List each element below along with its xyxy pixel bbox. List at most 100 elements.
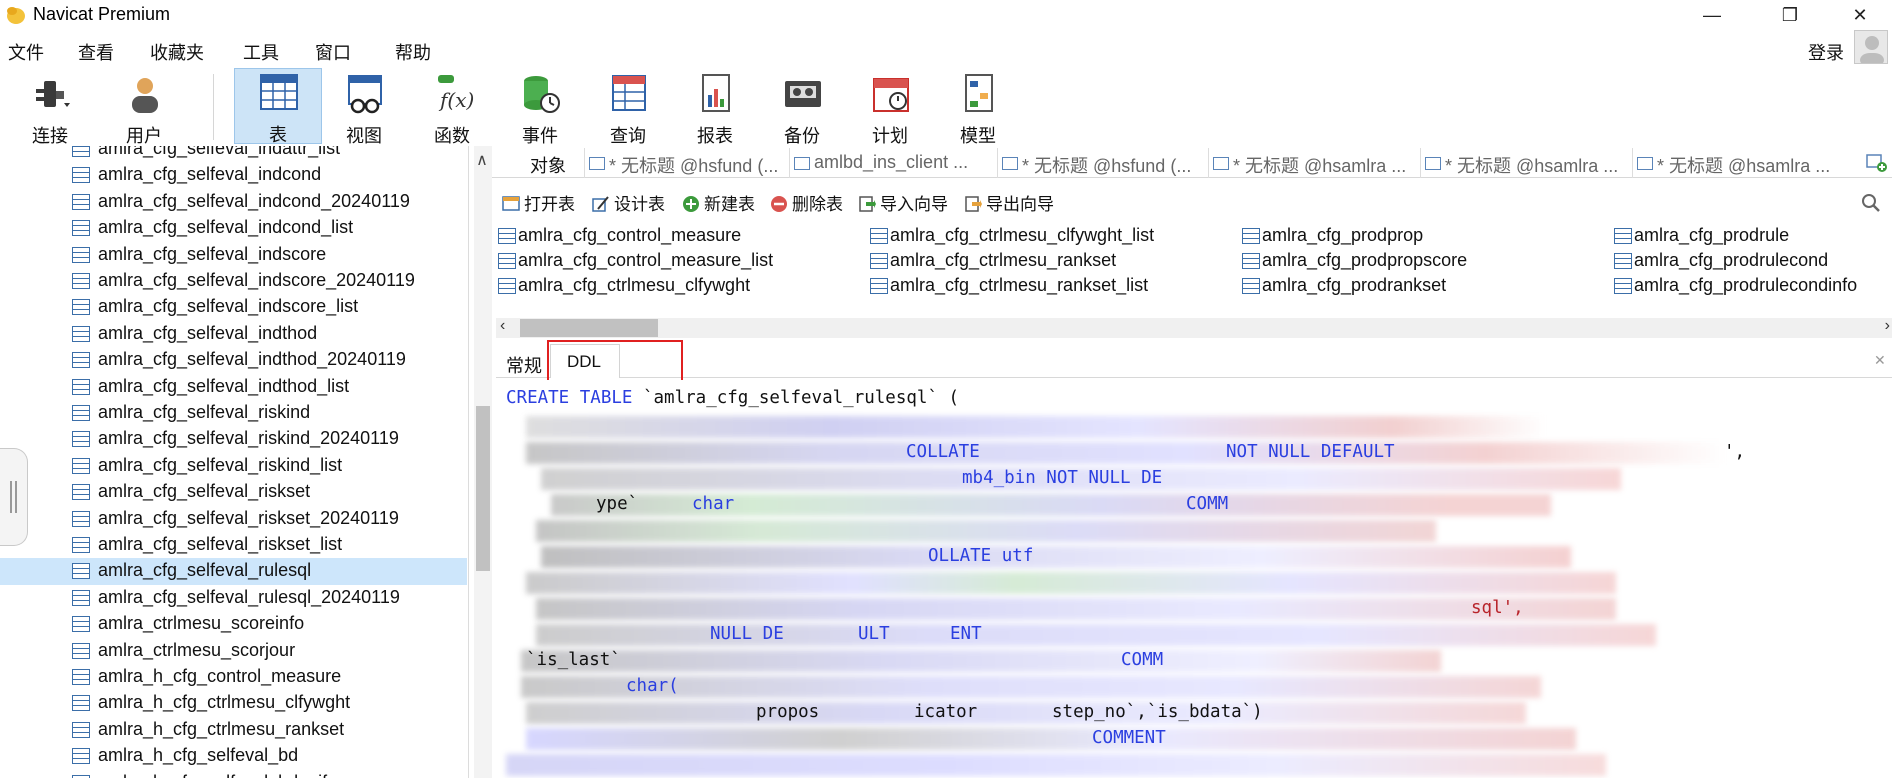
- tree-item[interactable]: amlra_cfg_selfeval_indthod_list: [0, 374, 467, 400]
- tab-table-design[interactable]: amlbd_ins_client ...: [789, 148, 997, 178]
- backup-button[interactable]: 备份: [764, 70, 840, 146]
- tab-objects[interactable]: 对象: [500, 148, 584, 178]
- close-button[interactable]: ✕: [1830, 0, 1890, 30]
- connection-label: 连接: [32, 126, 68, 146]
- menu-view[interactable]: 查看: [78, 39, 114, 65]
- tree-item[interactable]: amlra_cfg_selfeval_riskind: [0, 400, 467, 426]
- tree-item[interactable]: amlra_cfg_selfeval_indthod: [0, 321, 467, 347]
- table-button[interactable]: 表: [234, 68, 322, 145]
- event-button[interactable]: 事件: [502, 70, 578, 146]
- menu-tools[interactable]: 工具: [243, 39, 279, 65]
- ddl-fragment: `is_last`: [526, 650, 621, 670]
- menu-file[interactable]: 文件: [8, 39, 44, 65]
- open-table-button[interactable]: 打开表: [502, 190, 575, 215]
- tab-query-2[interactable]: * 无标题 @hsfund (...: [997, 148, 1208, 178]
- tree-scrollbar[interactable]: [474, 146, 492, 778]
- table-icon: [72, 721, 90, 738]
- tab-label: * 无标题 @hsamlra ...: [1233, 156, 1407, 176]
- tree-item[interactable]: amlra_cfg_selfeval_indcond_20240119: [0, 189, 467, 215]
- tree-item-selected[interactable]: amlra_cfg_selfeval_rulesql: [0, 558, 467, 585]
- ddl-line: CREATE TABLE `amlra_cfg_selfeval_rulesql…: [506, 388, 959, 408]
- tree-item[interactable]: amlra_cfg_selfeval_riskind_20240119: [0, 426, 467, 452]
- chevron-right-icon[interactable]: ›: [1885, 317, 1890, 335]
- tab-query-1[interactable]: * 无标题 @hsfund (...: [584, 148, 789, 178]
- view-label: 视图: [346, 126, 382, 146]
- tab-query-3[interactable]: * 无标题 @hsamlra ...: [1208, 148, 1420, 178]
- login-link[interactable]: 登录: [1808, 39, 1844, 65]
- tab-label: 对象: [530, 156, 566, 176]
- tree-item[interactable]: amlra_cfg_selfeval_riskset_20240119: [0, 506, 467, 532]
- connection-button[interactable]: 连接: [12, 70, 88, 146]
- tree-item[interactable]: amlra_cfg_selfeval_riskset: [0, 479, 467, 505]
- export-wizard-button[interactable]: 导出向导: [964, 190, 1054, 215]
- table-icon: [870, 228, 888, 244]
- maximize-button[interactable]: ❐: [1760, 0, 1820, 30]
- query-tab-icon: [589, 157, 605, 170]
- close-icon[interactable]: ✕: [1874, 352, 1886, 369]
- tree-item[interactable]: amlra_cfg_selfeval_indcond_list: [0, 215, 467, 241]
- tree-scroll-thumb[interactable]: [476, 406, 490, 571]
- ddl-fragment: propos: [756, 702, 820, 722]
- design-table-button[interactable]: 设计表: [592, 190, 665, 215]
- import-wizard-button[interactable]: 导入向导: [858, 190, 948, 215]
- schedule-button[interactable]: 计划: [852, 70, 928, 146]
- ddl-obscured: [526, 416, 1546, 438]
- new-table-button[interactable]: 新建表: [682, 190, 755, 215]
- ddl-fragment: NULL DE: [710, 624, 784, 644]
- chevron-up-icon[interactable]: ∧: [472, 150, 492, 174]
- object-scroll-thumb[interactable]: [520, 319, 658, 337]
- report-button[interactable]: 报表: [677, 70, 753, 146]
- tab-label: * 无标题 @hsfund (...: [1022, 156, 1192, 176]
- search-icon[interactable]: [1860, 192, 1882, 214]
- chevron-left-icon[interactable]: ‹: [500, 317, 505, 335]
- tree-item[interactable]: amlra_cfg_selfeval_indscore_list: [0, 294, 467, 320]
- tree-item[interactable]: amlra_h_cfg_selfeval_bd: [0, 743, 467, 769]
- new-tab-button[interactable]: [1864, 148, 1890, 178]
- export-icon: [964, 195, 982, 213]
- tree-item[interactable]: amlra_cfg_selfeval_indattr_list: [0, 146, 467, 162]
- table-icon: [72, 146, 90, 157]
- ddl-fragment: sql',: [1471, 598, 1524, 618]
- view-icon: [348, 75, 382, 114]
- table-icon: [72, 484, 90, 501]
- avatar[interactable]: [1854, 30, 1888, 64]
- tree-item[interactable]: amlra_ctrlmesu_scorjour: [0, 638, 467, 664]
- tree-item[interactable]: amlra_h_cfg_control_measure: [0, 664, 467, 690]
- tree-item[interactable]: amlra_h_cfg_ctrlmesu_clfywght: [0, 690, 467, 716]
- table-object-label: amlra_cfg_control_measure: [518, 225, 742, 245]
- tree-item[interactable]: amlra_ctrlmesu_scoreinfo: [0, 611, 467, 637]
- menu-window[interactable]: 窗口: [315, 39, 351, 65]
- tree-item-label: amlra_cfg_selfeval_indscore: [98, 243, 327, 264]
- tab-query-5[interactable]: * 无标题 @hsamlra ...: [1632, 148, 1844, 178]
- tree-item[interactable]: amlra_cfg_selfeval_riskind_list: [0, 453, 467, 479]
- query-button[interactable]: 查询: [590, 70, 666, 146]
- menu-favorites[interactable]: 收藏夹: [150, 39, 204, 65]
- tree-item-label: amlra_ctrlmesu_scoreinfo: [98, 613, 305, 634]
- ddl-editor[interactable]: CREATE TABLE `amlra_cfg_selfeval_rulesql…: [496, 380, 1892, 778]
- tree-item[interactable]: amlra_cfg_selfeval_indscore: [0, 242, 467, 268]
- model-button[interactable]: 模型: [940, 70, 1016, 146]
- query-tab-icon: [1425, 157, 1441, 170]
- menu-help[interactable]: 帮助: [395, 39, 431, 65]
- sidebar-collapse-handle[interactable]: [0, 448, 28, 546]
- tab-query-4[interactable]: * 无标题 @hsamlra ...: [1420, 148, 1632, 178]
- function-button[interactable]: f(x) 函数: [414, 70, 490, 146]
- table-icon: [72, 193, 90, 210]
- user-icon: [132, 78, 158, 113]
- tree-item[interactable]: amlra_cfg_selfeval_indthod_20240119: [0, 347, 467, 373]
- user-button[interactable]: 用户: [106, 70, 182, 146]
- tree-item[interactable]: amlra_cfg_selfeval_indcond: [0, 162, 467, 188]
- tree-item[interactable]: amlra_cfg_selfeval_riskset_list: [0, 532, 467, 558]
- tree-item[interactable]: amlra_cfg_selfeval_rulesql_20240119: [0, 585, 467, 611]
- view-button[interactable]: 视图: [326, 70, 402, 146]
- minimize-button[interactable]: —: [1682, 0, 1742, 30]
- tree-item[interactable]: amlra_cfg_selfeval_indscore_20240119: [0, 268, 467, 294]
- tree-item[interactable]: amlra_h_cfg_selfeval_bd_nif: [0, 770, 467, 778]
- add-tab-icon: [1866, 154, 1887, 172]
- ddl-fragment: ype`: [596, 494, 639, 514]
- tree-item[interactable]: amlra_h_cfg_ctrlmesu_rankset: [0, 717, 467, 743]
- table-icon: [1242, 278, 1260, 294]
- tree-item-label: amlra_cfg_selfeval_rulesql: [98, 560, 312, 581]
- object-list-scrollbar[interactable]: ‹ ›: [496, 317, 1892, 338]
- delete-table-button[interactable]: 删除表: [770, 190, 843, 215]
